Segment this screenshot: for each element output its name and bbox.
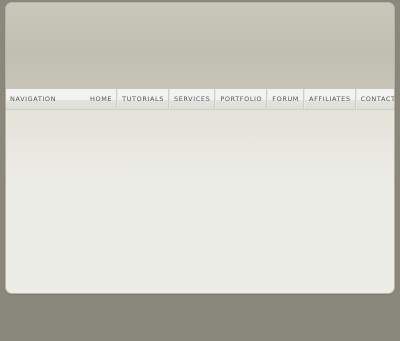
nav-item-affiliates[interactable]: Affiliates (304, 89, 356, 109)
nav-item-tutorials[interactable]: Tutorials (117, 89, 169, 109)
nav-menu: Home Tutorials Services Portfolio Forum … (86, 89, 394, 109)
nav-item-contacts[interactable]: Contacts (355, 89, 394, 109)
navigation-title: Navigation (10, 95, 57, 103)
nav-item-portfolio[interactable]: Portfolio (215, 89, 268, 109)
nav-item-services[interactable]: Services (168, 89, 216, 109)
nav-item-home[interactable]: Home (86, 89, 118, 109)
site-header (6, 3, 394, 89)
main-panel: Navigation Home Tutorials Services Portf… (6, 3, 394, 293)
navigation-bar: Navigation Home Tutorials Services Portf… (6, 89, 394, 110)
page: Navigation Home Tutorials Services Portf… (0, 0, 400, 341)
nav-item-forum[interactable]: Forum (267, 89, 305, 109)
content-area (6, 110, 394, 293)
